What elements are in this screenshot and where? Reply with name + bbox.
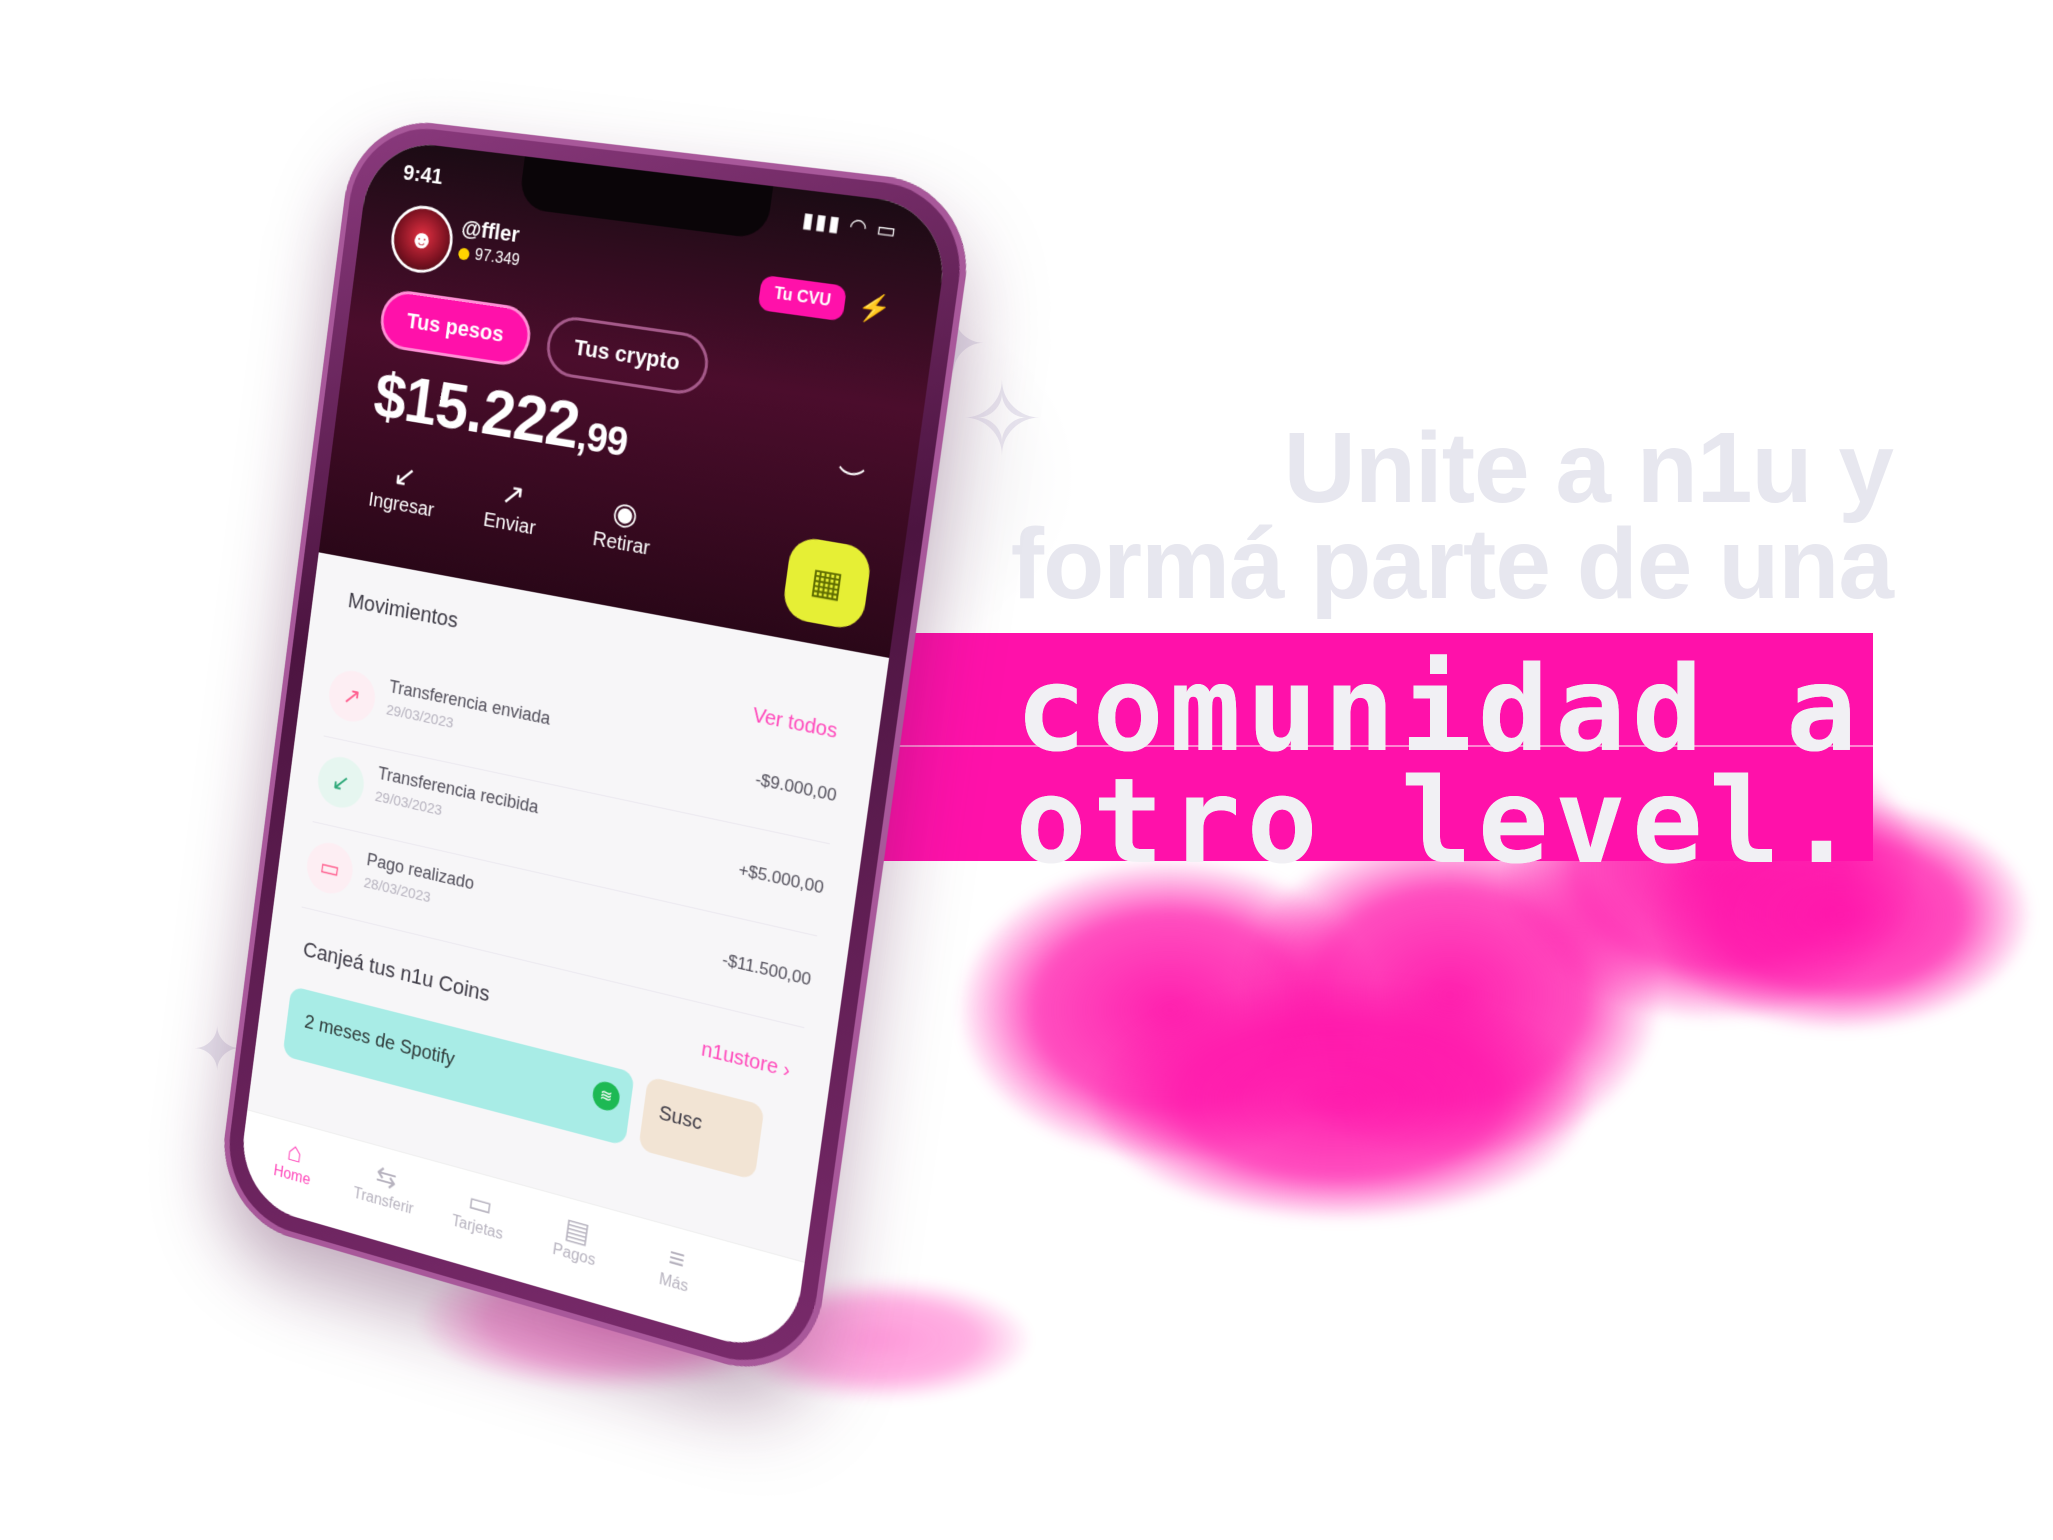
headline-pixel-line-2: otro level. (1015, 752, 1863, 890)
nav-home[interactable]: ⌂ Home (248, 1126, 340, 1197)
received-arrow-icon: ↙ (315, 752, 367, 813)
flash-icon[interactable]: ⚡ (856, 290, 893, 327)
movement-amount: -$9.000,00 (754, 769, 838, 806)
nav-pagos[interactable]: ▤ Pagos (526, 1203, 626, 1278)
movement-amount: -$11.500,00 (721, 949, 813, 990)
phone-screen: 9:41 ▮▮▮ ◠ ▭ ☻ @ffler 97.349 Tu CVU ⚡ Tu… (235, 137, 953, 1360)
qr-icon: ▦ (807, 560, 846, 606)
phone-frame: 9:41 ▮▮▮ ◠ ▭ ☻ @ffler 97.349 Tu CVU ⚡ Tu… (214, 114, 979, 1389)
promo-card-spotify[interactable]: 2 meses de Spotify ≋ (282, 985, 635, 1147)
promo-card-2[interactable]: Susc (638, 1076, 765, 1181)
headline: Unite a n1u y formá parte de una (893, 412, 1894, 620)
coin-icon (457, 247, 471, 261)
card-icon: ▭ (304, 838, 356, 899)
promo-title: Susc (657, 1101, 704, 1135)
promo-title: 2 meses de Spotify (303, 1011, 456, 1071)
movements-title: Movimientos (346, 587, 460, 633)
hide-balance-icon[interactable]: ︶ (835, 459, 867, 502)
phone-mockup: 9:41 ▮▮▮ ◠ ▭ ☻ @ffler 97.349 Tu CVU ⚡ Tu… (214, 114, 979, 1389)
nav-mas[interactable]: ≡ Más (624, 1230, 727, 1307)
headline-line-2: formá parte de una (1010, 508, 1894, 620)
see-all-link[interactable]: Ver todos (751, 704, 838, 744)
headline-pixel-line-1: comunidad a (1015, 640, 1863, 778)
headline-line-1: Unite a n1u y (1283, 412, 1894, 524)
n1ustore-link[interactable]: n1ustore › (700, 1038, 792, 1083)
balance-cents: ,99 (574, 413, 630, 466)
spotify-icon: ≋ (591, 1078, 622, 1114)
movement-amount: +$5.000,00 (737, 859, 826, 898)
sent-arrow-icon: ↗ (326, 666, 379, 726)
pink-spray-5 (1090, 980, 1590, 1220)
nav-tarjetas[interactable]: ▭ Tarjetas (431, 1176, 528, 1250)
nav-transferir[interactable]: ⇆ Transferir (338, 1151, 433, 1223)
status-time: 9:41 (401, 159, 445, 190)
